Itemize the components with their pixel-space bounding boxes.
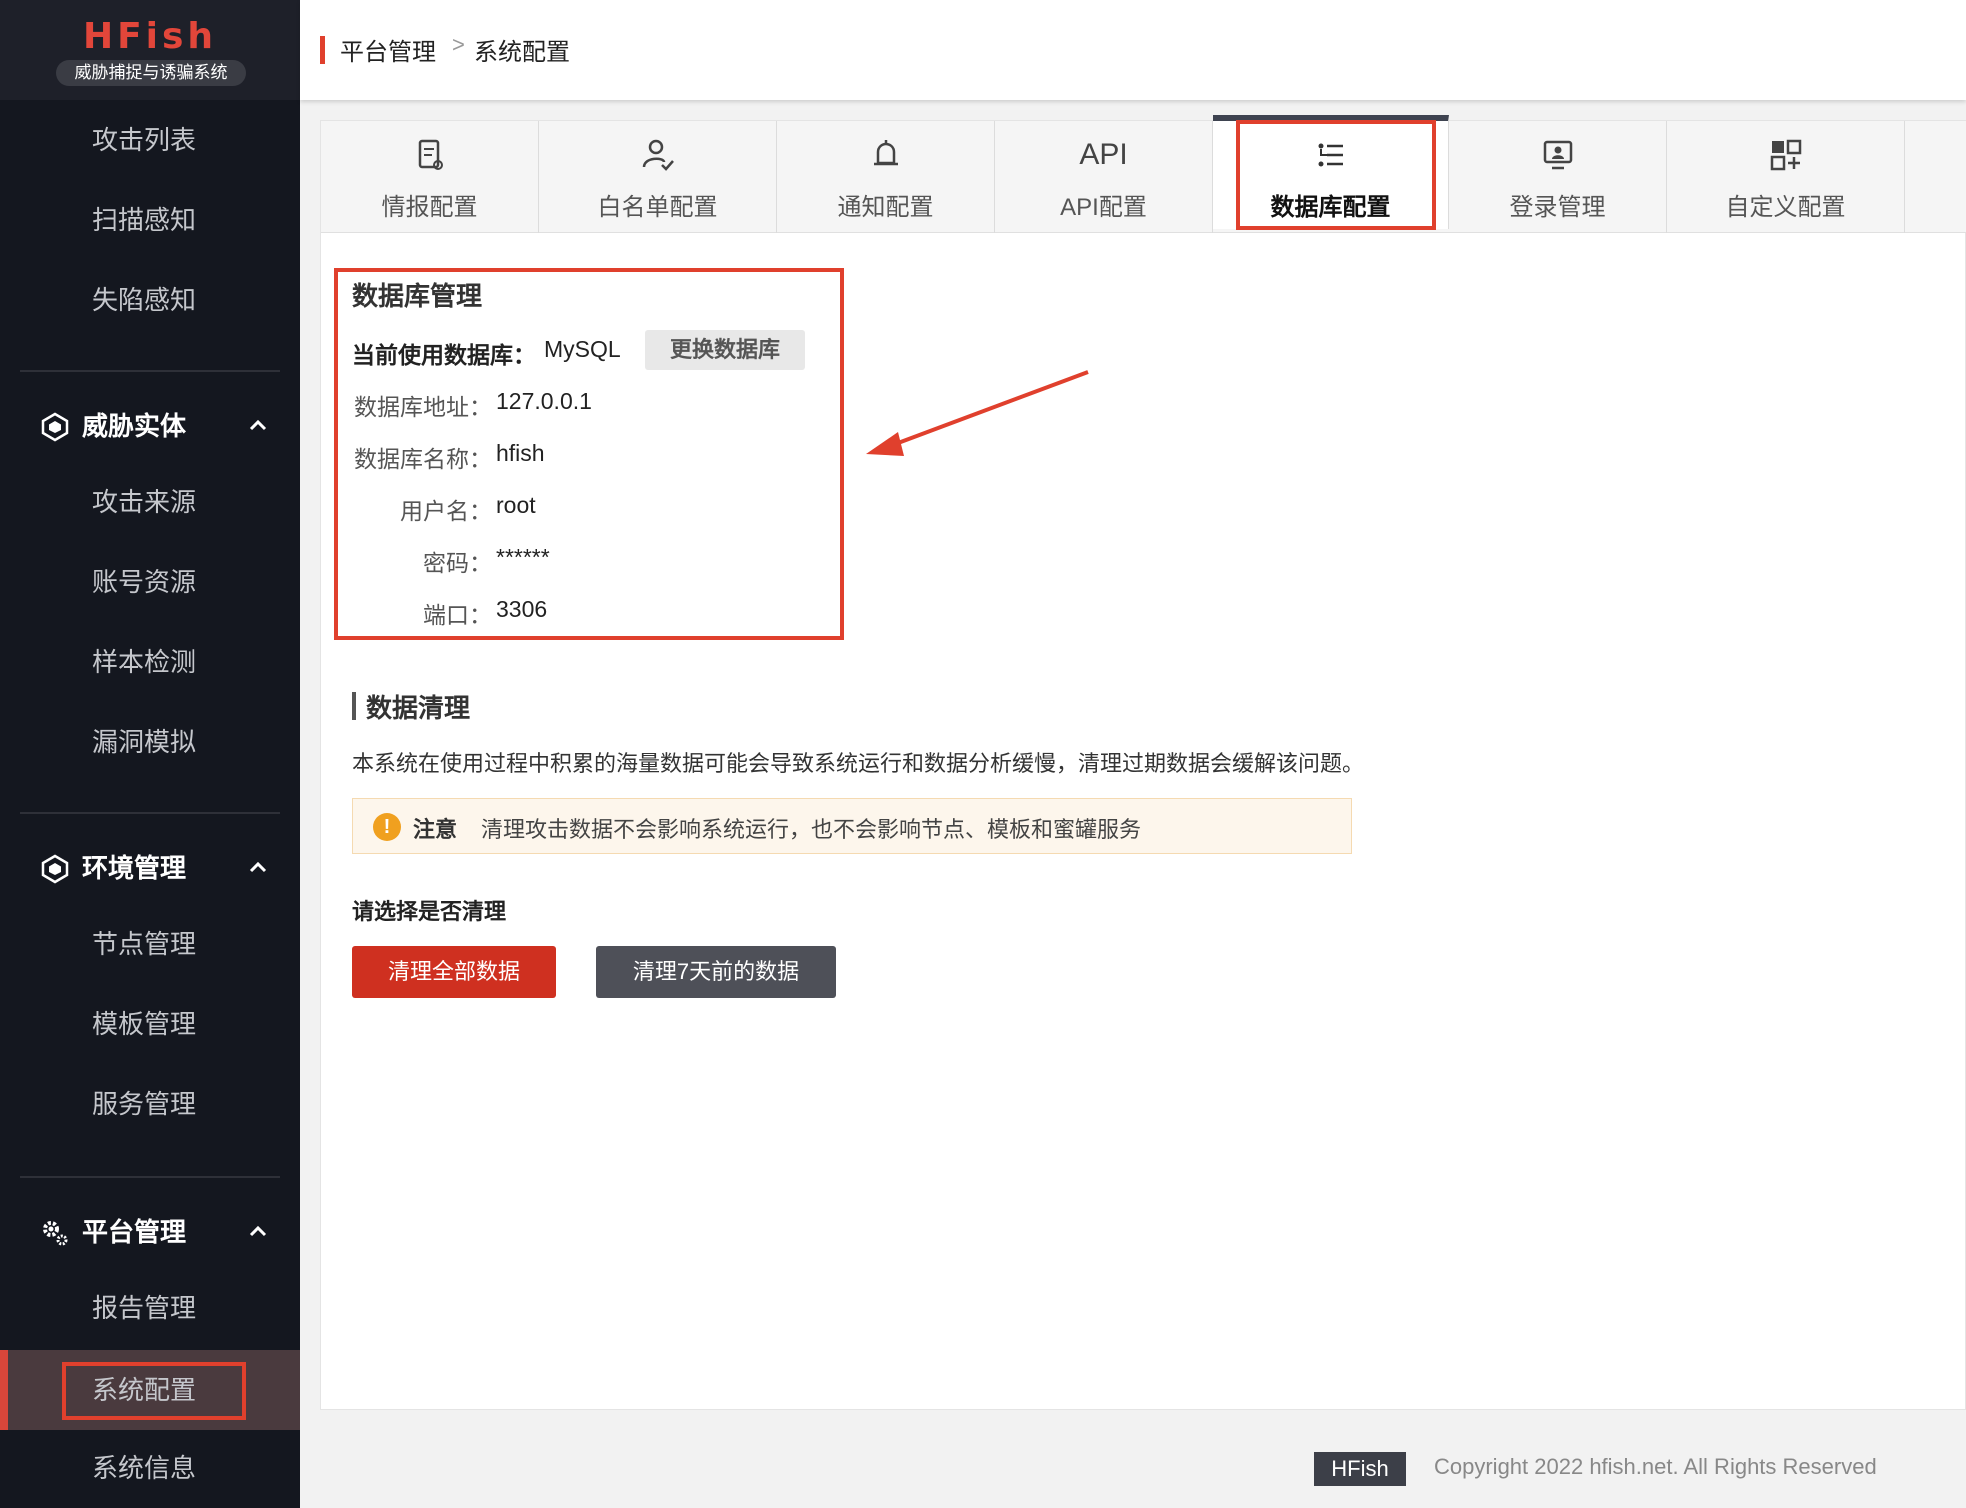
sidebar-group-label: 威胁实体 [82, 411, 187, 441]
sidebar-item-compromise-sense[interactable]: 失陷感知 [0, 270, 300, 330]
sidebar-group-label: 平台管理 [82, 1217, 187, 1247]
tab-label: 登录管理 [1509, 194, 1606, 221]
breadcrumb-platform-management[interactable]: 平台管理 [340, 32, 436, 67]
sidebar-group-env-management[interactable]: 环境管理 [0, 838, 300, 898]
clean-all-data-button[interactable]: 清理全部数据 [352, 946, 556, 998]
sidebar-item-sample-detection[interactable]: 样本检测 [0, 632, 300, 692]
footer-badge: HFish [1314, 1452, 1406, 1486]
clean-choose-label: 请选择是否清理 [352, 899, 507, 924]
gear-icon [43, 1221, 68, 1246]
user-check-icon [642, 139, 674, 171]
notice-title: 注意 [413, 817, 458, 842]
tab-notification-config[interactable]: 通知配置 [777, 121, 995, 233]
clean-section-bar [352, 692, 356, 720]
clean-7days-data-button[interactable]: 清理7天前的数据 [596, 946, 836, 998]
grid-add-icon [1770, 139, 1801, 171]
api-icon: API [1079, 138, 1128, 171]
chevron-up-icon [249, 861, 267, 873]
config-tabs: 情报配置 白名单配置 通知配置 API API配置 数据库配置 登录管理 自定义… [321, 115, 1966, 233]
footer-copyright: Copyright 2022 hfish.net. All Rights Res… [1434, 1454, 1877, 1479]
annotation-highlight-box [62, 1362, 246, 1420]
tab-whitelist-config[interactable]: 白名单配置 [539, 121, 777, 233]
tab-intel-config[interactable]: 情报配置 [321, 121, 539, 233]
chevron-up-icon [249, 1225, 267, 1237]
chevron-up-icon [249, 419, 267, 431]
tab-api-config[interactable]: API API配置 [995, 121, 1213, 233]
sidebar-divider [20, 370, 280, 372]
hexagon-shield-icon [41, 412, 69, 442]
warning-icon: ! [373, 813, 401, 841]
tab-label: 情报配置 [381, 194, 478, 221]
hexagon-shield-icon [41, 854, 69, 884]
sidebar-item-node-management[interactable]: 节点管理 [0, 914, 300, 974]
sidebar-divider [20, 1176, 280, 1178]
logo: HFish 威胁捕捉与诱骗系统 [0, 0, 300, 100]
tab-label: API配置 [1060, 194, 1147, 221]
intel-icon [418, 139, 443, 170]
breadcrumb-separator: > [452, 32, 465, 57]
sidebar-item-system-info[interactable]: 系统信息 [0, 1438, 300, 1498]
bell-icon [873, 140, 898, 166]
tab-label: 通知配置 [837, 194, 934, 221]
annotation-arrow-icon [866, 370, 1089, 456]
clean-description: 本系统在使用过程中积累的海量数据可能会导致系统运行和数据分析缓慢，清理过期数据会… [352, 751, 1365, 776]
tab-custom-config[interactable]: 自定义配置 [1667, 121, 1905, 233]
logo-title: HFish [82, 16, 218, 57]
sidebar-group-label: 环境管理 [82, 853, 187, 883]
notice-text: 清理攻击数据不会影响系统运行，也不会影响节点、模板和蜜罐服务 [481, 817, 1142, 842]
header-accent-bar [320, 36, 325, 64]
notice-alert: ! 注意 清理攻击数据不会影响系统运行，也不会影响节点、模板和蜜罐服务 [352, 798, 1352, 854]
sidebar-item-account-resource[interactable]: 账号资源 [0, 552, 300, 612]
sidebar-group-platform-management[interactable]: 平台管理 [0, 1202, 300, 1262]
sidebar-item-service-management[interactable]: 服务管理 [0, 1074, 300, 1134]
sidebar-item-attack-list[interactable]: 攻击列表 [0, 110, 300, 170]
tab-label: 自定义配置 [1725, 194, 1846, 221]
tab-login-management[interactable]: 登录管理 [1449, 121, 1667, 233]
sidebar-item-attack-source[interactable]: 攻击来源 [0, 472, 300, 532]
sidebar-item-template-management[interactable]: 模板管理 [0, 994, 300, 1054]
breadcrumb-system-config: 系统配置 [474, 39, 570, 66]
sidebar-item-report-management[interactable]: 报告管理 [0, 1278, 300, 1338]
logo-subtitle: 威胁捕捉与诱骗系统 [56, 60, 246, 86]
top-header: 平台管理 > 系统配置 [300, 0, 1966, 100]
sidebar-divider [20, 812, 280, 814]
sidebar-group-threat-entity[interactable]: 威胁实体 [0, 396, 300, 456]
annotation-highlight-box [1236, 120, 1436, 230]
sidebar-item-vuln-simulation[interactable]: 漏洞模拟 [0, 712, 300, 772]
login-monitor-icon [1543, 140, 1572, 170]
sidebar-item-scan-sense[interactable]: 扫描感知 [0, 190, 300, 250]
sidebar: HFish 威胁捕捉与诱骗系统 攻击列表 扫描感知 失陷感知 威胁实体 攻击来源… [0, 0, 300, 1508]
annotation-highlight-box [334, 268, 844, 640]
clean-section-title: 数据清理 [366, 693, 471, 723]
tab-label: 白名单配置 [597, 194, 718, 221]
